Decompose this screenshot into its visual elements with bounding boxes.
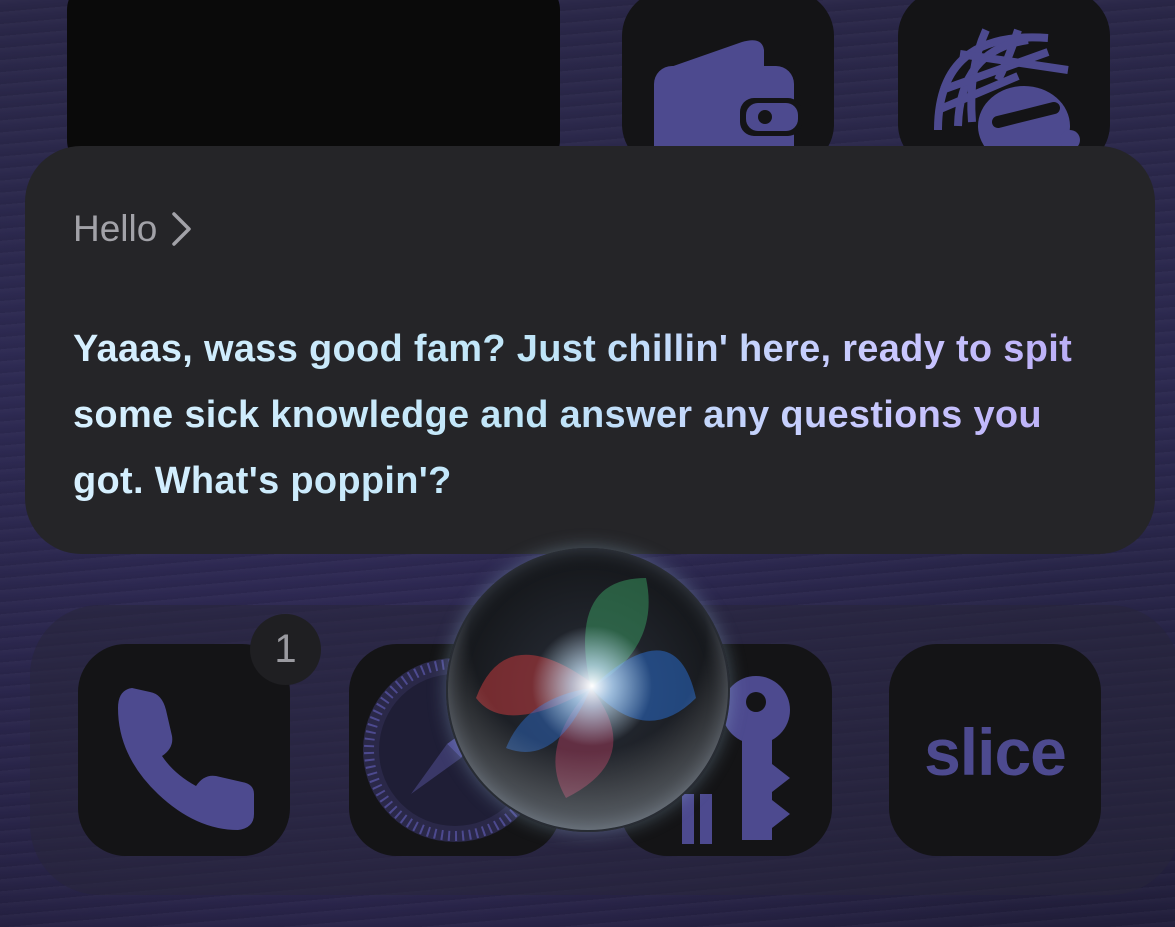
notification-badge: 1 (250, 614, 321, 685)
slice-app[interactable]: slice (889, 644, 1101, 856)
chevron-right-icon (172, 212, 192, 246)
phone-icon (118, 688, 254, 830)
widget[interactable] (67, 0, 560, 170)
siri-response-text: Yaaas, wass good fam? Just chillin' here… (73, 316, 1113, 514)
globe-icon (934, 28, 1080, 166)
wallet-app[interactable] (622, 0, 834, 170)
siri-response-card[interactable]: Hello Yaaas, wass good fam? Just chillin… (25, 146, 1155, 554)
siri-orb-icon[interactable] (446, 548, 730, 832)
phone-app[interactable] (78, 644, 290, 856)
siri-prompt-text: Hello (73, 208, 158, 249)
slice-logo: slice (924, 715, 1067, 789)
siri-prompt-row[interactable]: Hello (73, 208, 193, 250)
wallet-icon (654, 40, 802, 170)
globe-app[interactable] (898, 0, 1110, 170)
